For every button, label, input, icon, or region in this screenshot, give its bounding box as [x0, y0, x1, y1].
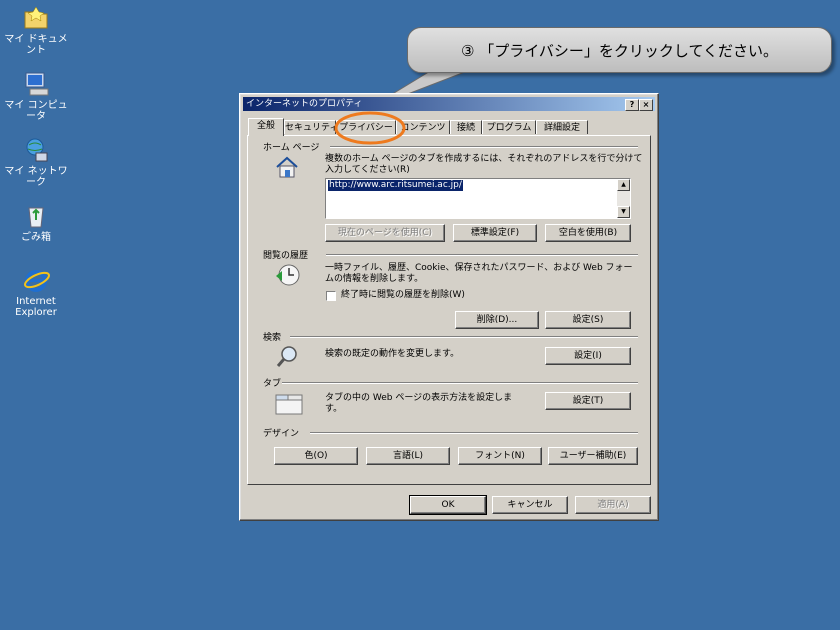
my-computer-icon — [22, 70, 50, 98]
title-bar[interactable]: インターネットのプロパティ ? × — [243, 97, 655, 111]
tabs-settings-button[interactable]: 設定(T) — [545, 392, 631, 410]
tab-connections[interactable]: 接続 — [450, 120, 482, 134]
tab-security[interactable]: セキュリティ — [284, 120, 336, 134]
desktop-icon-label: マイ ネットワーク — [4, 166, 68, 188]
history-description: 一時ファイル、履歴、Cookie、保存されたパスワード、および Web フォーム… — [325, 263, 633, 284]
divider — [290, 336, 638, 338]
ok-button[interactable]: OK — [409, 495, 487, 515]
fonts-button[interactable]: フォント(N) — [458, 447, 542, 465]
tab-general[interactable]: 全般 — [248, 118, 284, 136]
use-default-button[interactable]: 標準設定(F) — [453, 224, 537, 242]
home-page-description: 複数のホーム ページのタブを作成するには、それぞれのアドレスを行で分けて入力して… — [325, 154, 643, 175]
desktop-icon-internet-explorer[interactable]: Internet Explorer — [4, 266, 68, 318]
use-blank-button[interactable]: 空白を使用(B) — [545, 224, 631, 242]
desktop-icon-my-documents[interactable]: マイ ドキュメント — [4, 4, 68, 56]
recycle-bin-icon — [22, 202, 50, 230]
history-settings-button[interactable]: 設定(S) — [545, 311, 631, 329]
delete-on-exit-label[interactable]: 終了時に閲覧の履歴を削除(W) — [341, 290, 465, 301]
my-network-icon — [22, 136, 50, 164]
search-settings-button[interactable]: 設定(I) — [545, 347, 631, 365]
my-documents-icon — [22, 4, 50, 32]
cancel-button[interactable]: キャンセル — [492, 496, 568, 514]
internet-explorer-icon — [22, 266, 50, 294]
divider — [330, 146, 638, 148]
url-scrollbar[interactable]: ▲ ▼ — [617, 179, 630, 218]
tab-advanced[interactable]: 詳細設定 — [536, 120, 588, 134]
delete-on-exit-checkbox[interactable] — [326, 291, 336, 301]
history-heading: 閲覧の履歴 — [263, 251, 309, 261]
tab-privacy[interactable]: プライバシー — [336, 120, 396, 134]
home-page-icon — [274, 155, 300, 183]
desktop-icon-recycle-bin[interactable]: ごみ箱 — [4, 202, 68, 243]
home-page-heading: ホーム ページ — [263, 143, 320, 153]
tabs-window-icon — [274, 390, 304, 420]
internet-properties-dialog: インターネットのプロパティ ? × 全般 セキュリティ プライバシー コンテンツ… — [239, 93, 659, 521]
search-description: 検索の既定の動作を変更します。 — [325, 349, 460, 359]
design-heading: デザイン — [263, 429, 300, 439]
close-button[interactable]: × — [639, 99, 653, 111]
divider — [326, 254, 638, 256]
apply-button[interactable]: 適用(A) — [575, 496, 651, 514]
scroll-down-icon[interactable]: ▼ — [617, 206, 630, 218]
tab-content[interactable]: コンテンツ — [396, 120, 450, 134]
desktop-icon-label: Internet Explorer — [15, 296, 57, 318]
history-icon — [274, 262, 302, 292]
desktop-icon-my-network[interactable]: マイ ネットワーク — [4, 136, 68, 188]
scroll-up-icon[interactable]: ▲ — [617, 179, 630, 191]
divider — [310, 432, 638, 434]
desktop-icon-label: マイ ドキュメント — [4, 34, 68, 56]
delete-history-button[interactable]: 削除(D)... — [455, 311, 539, 329]
use-current-button[interactable]: 現在のページを使用(C) — [325, 224, 445, 242]
desktop-icon-label: ごみ箱 — [21, 232, 51, 243]
desktop-icon-label: マイ コンピュータ — [4, 100, 68, 122]
callout-text: ③ 「プライバシー」をクリックしてください。 — [460, 42, 779, 60]
home-page-url-input[interactable]: http://www.arc.ritsumei.ac.jp/ ▲ ▼ — [325, 178, 631, 219]
colors-button[interactable]: 色(O) — [274, 447, 358, 465]
help-button[interactable]: ? — [625, 99, 639, 111]
tabs-description: タブの中の Web ページの表示方法を設定します。 — [325, 393, 513, 414]
tabs-heading: タブ — [263, 379, 282, 389]
search-magnifier-icon — [276, 344, 300, 372]
accessibility-button[interactable]: ユーザー補助(E) — [548, 447, 638, 465]
window-title: インターネットのプロパティ — [246, 99, 363, 109]
instruction-callout: ③ 「プライバシー」をクリックしてください。 — [407, 27, 832, 73]
desktop-icon-my-computer[interactable]: マイ コンピュータ — [4, 70, 68, 122]
divider — [282, 382, 638, 384]
home-page-url-value: http://www.arc.ritsumei.ac.jp/ — [328, 180, 463, 191]
languages-button[interactable]: 言語(L) — [366, 447, 450, 465]
tab-programs[interactable]: プログラム — [482, 120, 536, 134]
search-heading: 検索 — [263, 333, 282, 343]
general-panel: ホーム ページ 複数のホーム ページのタブを作成するには、それぞれのアドレスを行… — [247, 135, 651, 485]
